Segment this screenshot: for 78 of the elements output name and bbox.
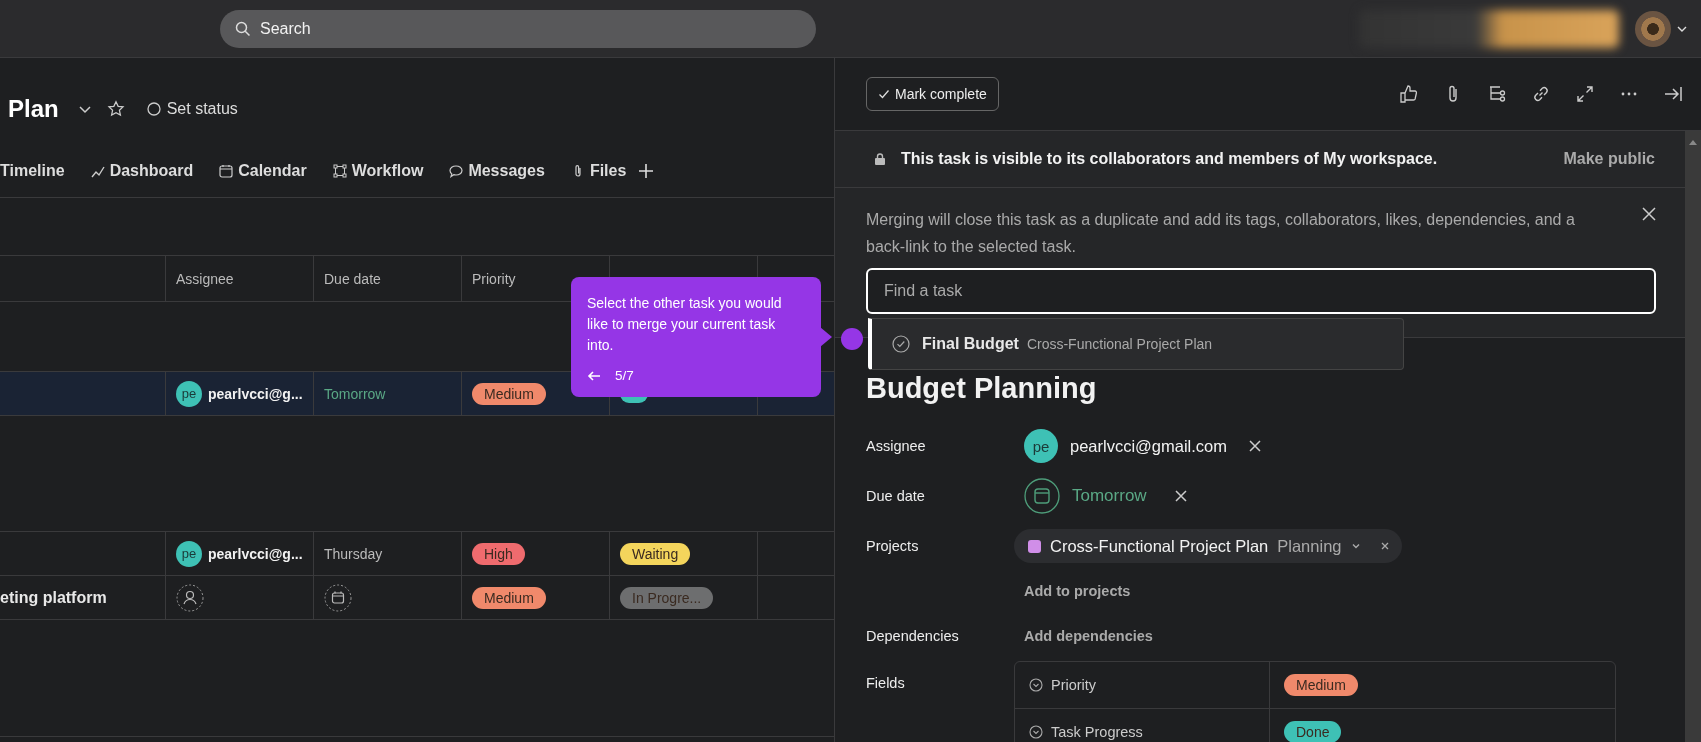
search-icon [235,20,251,37]
chevron-circle-icon [1029,725,1043,739]
view-tab[interactable]: Dashboard [90,161,194,180]
field-label: Assignee [866,438,927,454]
workflow-icon [332,163,347,178]
merge-description: Merging will close this task as a duplicate and add its tags, collaborators, likes, dependencies, and a back-link to the selected task. [866,210,1576,257]
column-header: Priority [472,270,516,287]
search-field[interactable]: Search [220,9,816,48]
lock-icon [873,152,887,166]
avatar: pe [1024,429,1058,463]
field-label: Due date [866,488,926,504]
mark-complete-button[interactable]: Mark complete [866,77,999,111]
avatar: pe [176,380,202,407]
view-tab[interactable]: Timeline [0,161,65,180]
check-icon [878,88,890,100]
field-name: Priority [1051,677,1097,693]
chevron-down-icon[interactable] [1350,541,1361,551]
assignee-email: pearlvcci@g... [208,545,303,562]
assignee-email[interactable]: pearlvcci@gmail.com [1070,436,1228,456]
project-chip[interactable]: Cross-Functional Project Plan Planning [1014,529,1402,563]
view-tab[interactable]: Files [570,161,627,180]
add-to-projects-button[interactable]: Add to projects [1024,583,1131,599]
field-label: Projects [866,538,920,554]
close-panel-icon[interactable] [1663,84,1683,104]
due-date[interactable]: Tomorrow [1072,486,1147,506]
speech-bubble-icon [449,163,464,178]
expand-icon[interactable] [1575,84,1595,104]
add-dependencies-button[interactable]: Add dependencies [1024,628,1153,644]
make-public-button[interactable]: Make public [1563,150,1655,168]
view-tab[interactable]: Workflow [332,161,424,180]
add-icon[interactable] [638,162,655,179]
remove-icon[interactable] [1379,541,1390,551]
due-date: Tomorrow [324,385,386,402]
field-value-tag[interactable]: Done [1284,721,1342,742]
field-value-tag[interactable]: Medium [1284,674,1358,696]
circle-icon [146,102,161,116]
priority-tag[interactable]: Medium [472,586,546,609]
avatar[interactable] [1635,10,1671,47]
view-tab[interactable]: Calendar [219,161,307,180]
chevron-circle-icon [1029,678,1043,692]
column-header: Due date [324,270,381,287]
assignee-email: pearlvcci@g... [208,385,303,402]
remove-icon[interactable] [1174,490,1187,502]
field-label: Fields [866,674,906,691]
due-date: Thursday [324,545,383,562]
subtask-icon[interactable] [1487,84,1507,104]
back-arrow-icon[interactable] [587,368,601,383]
project-title: Plan [8,95,59,123]
privacy-text: This task is visible to its collaborators and members of My workspace. [901,150,1438,168]
set-status-button[interactable]: Set status [146,100,238,118]
column-header: Assignee [176,270,234,287]
avatar: pe [176,540,202,567]
tooltip-text: Select the other task you would like to merge your current task into. [587,294,783,355]
field-name: Task Progress [1051,724,1143,740]
scrollbar[interactable] [1685,131,1701,742]
calendar-icon[interactable] [1024,478,1060,514]
hotspot-dot [841,328,863,350]
step-counter: 5/7 [615,368,634,383]
field-label: Dependencies [866,628,960,644]
task-name[interactable]: eting platform [0,588,107,607]
remove-icon[interactable] [1249,440,1262,452]
chevron-down-icon[interactable] [1677,25,1687,32]
check-circle-icon [892,335,910,353]
status-tag[interactable]: Waiting [620,542,691,565]
link-icon[interactable] [1531,84,1551,104]
view-tab[interactable]: Messages [449,161,545,180]
priority-tag[interactable]: Medium [472,382,546,405]
calendar-icon [219,163,234,178]
close-icon[interactable] [1641,206,1657,222]
task-result[interactable]: Final Budget Cross-Functional Project Plan [872,323,1403,365]
thumbs-up-icon[interactable] [1399,84,1419,104]
empty-assignee-icon[interactable] [176,583,204,612]
scroll-up-icon[interactable] [1689,139,1697,145]
find-task-field[interactable]: Find a task [866,268,1656,314]
empty-date-icon[interactable] [324,583,352,612]
star-icon[interactable] [106,100,125,118]
task-title: Budget Planning [866,372,1098,405]
priority-tag[interactable]: High [472,542,525,565]
